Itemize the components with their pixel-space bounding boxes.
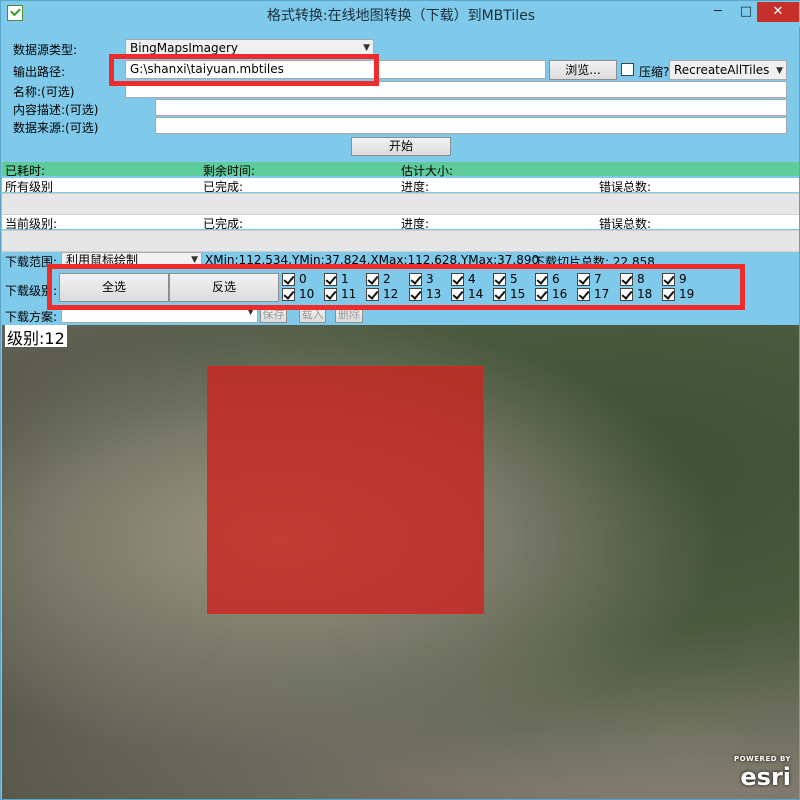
level-checkbox-label: 17 [594, 287, 610, 301]
level-checkbox-label: 15 [510, 287, 526, 301]
level-checkbox-label: 18 [637, 287, 653, 301]
level-checkbox-label: 14 [468, 287, 484, 301]
level-checkbox[interactable] [535, 288, 548, 301]
source-label: 数据来源:(可选) [13, 121, 99, 135]
close-button[interactable]: ✕ [757, 2, 799, 22]
level-checkbox[interactable] [451, 273, 464, 286]
elapsed-label: 已耗时: [5, 164, 46, 178]
level-checkbox-label: 6 [552, 272, 560, 286]
description-field[interactable] [155, 99, 787, 116]
source-type-label: 数据源类型: [13, 43, 78, 57]
level-checkbox[interactable] [577, 273, 590, 286]
level-checkbox-label: 4 [468, 272, 476, 286]
range-label: 下载范围: [5, 255, 58, 269]
levels-label: 下载级别: [5, 284, 58, 298]
remaining-label: 剩余时间: [203, 164, 256, 178]
level-checkbox-label: 1 [341, 272, 349, 286]
delete-button[interactable]: 删除 [335, 306, 363, 323]
load-button[interactable]: 载入 [299, 306, 326, 323]
name-label: 名称:(可选) [13, 85, 75, 99]
level-checkbox[interactable] [282, 273, 295, 286]
tile-count-text: 下载切片总数: 22,858 [533, 255, 655, 269]
all-levels-progress-bar [2, 193, 799, 215]
estimated-size-label: 估计大小: [401, 164, 454, 178]
level-checkbox-label: 5 [510, 272, 518, 286]
chevron-down-icon: ▼ [363, 43, 370, 53]
level-checkbox[interactable] [535, 273, 548, 286]
mode-value: RecreateAllTiles [674, 63, 770, 77]
level-checkbox[interactable] [620, 288, 633, 301]
level-checkbox-label: 11 [341, 287, 357, 301]
source-type-select[interactable]: BingMapsImagery ▼ [125, 39, 374, 57]
extent-text: XMin:112.534,YMin:37.824,XMax:112.628,YM… [205, 253, 540, 267]
save-button[interactable]: 保存 [260, 306, 287, 323]
title-bar: 格式转换:在线地图转换（下载）到MBTiles ─ □ ✕ [1, 1, 800, 27]
output-path-label: 输出路径: [13, 65, 66, 79]
scheme-select[interactable]: ▼ [61, 306, 258, 323]
source-field[interactable] [155, 117, 787, 134]
level-checkbox-label: 3 [426, 272, 434, 286]
mode-select[interactable]: RecreateAllTiles ▼ [669, 60, 787, 80]
level-checkbox-label: 13 [426, 287, 442, 301]
level-checkbox[interactable] [493, 273, 506, 286]
level-checkbox-label: 19 [679, 287, 695, 301]
compress-label: 压缩? [639, 65, 670, 79]
level-checkbox-label: 12 [383, 287, 399, 301]
level-checkbox-label: 8 [637, 272, 645, 286]
range-select[interactable]: 利用鼠标绘制 ▼ [61, 252, 202, 269]
output-path-field[interactable]: G:\shanxi\taiyuan.mbtiles [125, 60, 546, 79]
start-button[interactable]: 开始 [351, 137, 451, 156]
level-checkbox-label: 16 [552, 287, 568, 301]
scheme-label: 下载方案: [5, 310, 58, 324]
description-label: 内容描述:(可选) [13, 103, 99, 117]
level-checkbox-label: 10 [299, 287, 315, 301]
level-checkbox[interactable] [493, 288, 506, 301]
level-checkbox[interactable] [577, 288, 590, 301]
level-checkbox[interactable] [366, 273, 379, 286]
level-checkbox[interactable] [662, 273, 675, 286]
source-type-value: BingMapsImagery [130, 41, 238, 55]
app-window: 格式转换:在线地图转换（下载）到MBTiles ─ □ ✕ 数据源类型: Bin… [0, 0, 800, 800]
level-checkbox[interactable] [366, 288, 379, 301]
level-checkbox[interactable] [620, 273, 633, 286]
minimize-button[interactable]: ─ [705, 2, 731, 22]
level-checkbox[interactable] [409, 273, 422, 286]
current-level-progress-bar [2, 230, 799, 252]
level-checkbox[interactable] [662, 288, 675, 301]
maximize-button[interactable]: □ [733, 2, 759, 22]
level-checkbox[interactable] [324, 273, 337, 286]
level-checkbox[interactable] [282, 288, 295, 301]
name-field[interactable] [125, 81, 787, 98]
window-title: 格式转换:在线地图转换（下载）到MBTiles [266, 8, 536, 24]
esri-logo: POWERED BY esri [729, 753, 795, 795]
map-level-text: 级别:12 [5, 325, 67, 348]
chevron-down-icon: ▼ [247, 307, 254, 317]
attribution-powered: POWERED BY [733, 755, 791, 763]
level-checkbox[interactable] [409, 288, 422, 301]
range-value: 利用鼠标绘制 [66, 253, 139, 267]
browse-button[interactable]: 浏览... [549, 60, 617, 80]
level-checkbox-label: 7 [594, 272, 602, 286]
compress-checkbox[interactable] [621, 63, 634, 76]
invert-selection-button[interactable]: 反选 [169, 273, 279, 302]
select-all-button[interactable]: 全选 [59, 273, 169, 302]
chevron-down-icon: ▼ [191, 255, 198, 265]
download-extent-selection [207, 366, 484, 614]
attribution-brand: esri [740, 763, 791, 791]
level-checkbox-label: 2 [383, 272, 391, 286]
level-checkbox[interactable] [451, 288, 464, 301]
chevron-down-icon: ▼ [776, 66, 783, 76]
level-checkbox[interactable] [324, 288, 337, 301]
level-checkbox-label: 9 [679, 272, 687, 286]
level-checkbox-label: 0 [299, 272, 307, 286]
